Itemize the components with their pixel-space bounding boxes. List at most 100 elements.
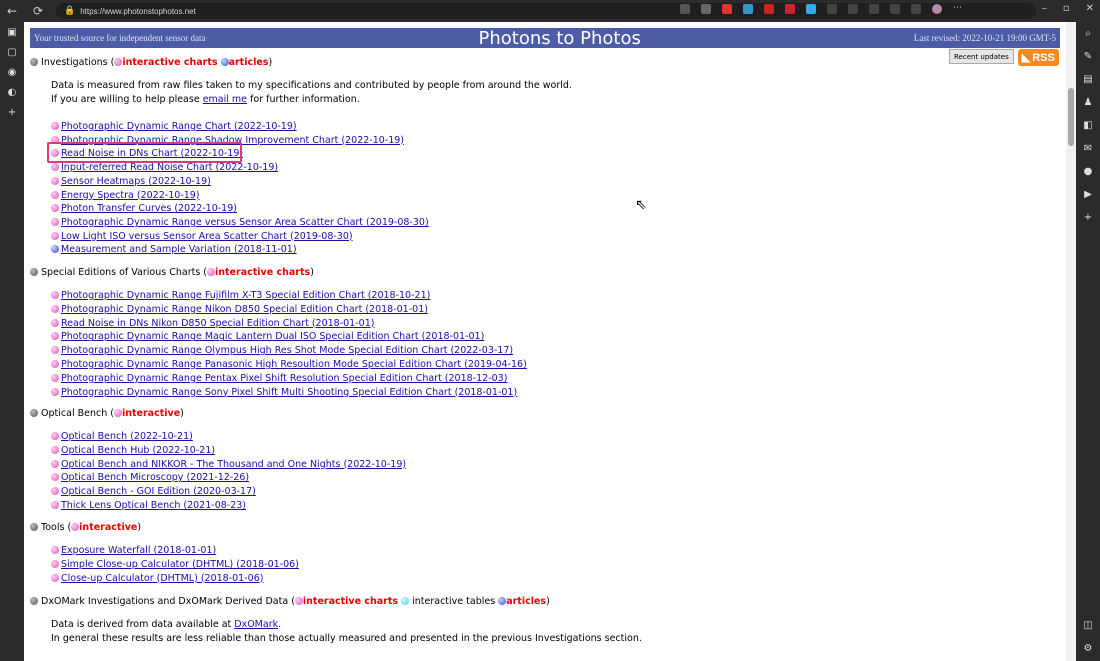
list-item-link[interactable]: Thick Lens Optical Bench (2021-08-23) — [61, 500, 246, 511]
web-page: Your trusted source for independent sens… — [24, 22, 1066, 661]
refresh-icon[interactable]: ⟳ — [28, 1, 48, 21]
extension-blue-icon[interactable] — [743, 4, 753, 14]
profile-icon[interactable] — [932, 4, 942, 14]
list-item-link[interactable]: Photographic Dynamic Range Olympus High … — [61, 345, 513, 356]
dxomark-para-2: In general these results are less reliab… — [51, 633, 642, 644]
list-item: Optical Bench Microscopy (2021-12-26) — [51, 472, 249, 485]
extension-diamond-icon[interactable] — [806, 4, 816, 14]
close-icon[interactable]: ✕ — [1086, 3, 1094, 14]
section-title: Tools ( — [41, 522, 72, 533]
list-item-link[interactable]: Optical Bench (2022-10-21) — [61, 431, 193, 442]
interactive-chart-icon — [51, 304, 59, 313]
interactive-chart-icon — [294, 597, 303, 605]
translate-icon[interactable] — [701, 4, 711, 14]
interactive-icon — [113, 409, 122, 417]
list-item-link[interactable]: Input-referred Read Noise Chart (2022-10… — [61, 162, 278, 173]
circle-icon[interactable]: ● — [1076, 160, 1100, 183]
article-icon — [220, 58, 229, 66]
tab-page-icon[interactable]: ▢ — [0, 42, 24, 62]
list-item-link[interactable]: Close-up Calculator (DHTML) (2018-01-06) — [61, 573, 263, 584]
briefcase-icon[interactable]: ▤ — [1076, 68, 1100, 91]
list-item-link[interactable]: Photographic Dynamic Range Pentax Pixel … — [61, 373, 507, 384]
interactive-chart-icon — [51, 217, 59, 226]
new-tab-icon[interactable]: + — [0, 102, 24, 122]
list-item: Photographic Dynamic Range Sony Pixel Sh… — [51, 387, 517, 400]
list-item-link[interactable]: Photographic Dynamic Range versus Sensor… — [61, 217, 429, 228]
list-item: Thick Lens Optical Bench (2021-08-23) — [51, 500, 246, 513]
extension-red-icon[interactable] — [722, 4, 732, 14]
interactive-chart-icon — [51, 487, 59, 496]
app-tab-icon[interactable]: ◐ — [0, 82, 24, 102]
more-icon[interactable]: ⋯ — [953, 4, 963, 14]
tag-icon[interactable]: ✎ — [1076, 45, 1100, 68]
interactive-chart-icon — [51, 473, 59, 482]
list-item-link[interactable]: Photographic Dynamic Range Fujifilm X-T3… — [61, 290, 430, 301]
bookmark-icon[interactable] — [827, 4, 837, 14]
list-item-link[interactable]: Photographic Dynamic Range Panasonic Hig… — [61, 359, 527, 370]
add-sidebar-icon[interactable]: + — [1076, 206, 1100, 229]
list-item-link[interactable]: Optical Bench Microscopy (2021-12-26) — [61, 472, 249, 483]
section-title: DxOMark Investigations and DxOMark Deriv… — [41, 596, 295, 607]
list-item-link[interactable]: Read Noise in DNs Nikon D850 Special Edi… — [61, 318, 374, 329]
interactive-chart-icon — [51, 163, 59, 172]
back-icon[interactable]: ← — [2, 1, 22, 21]
outlook-icon[interactable]: ✉ — [1076, 137, 1100, 160]
read-aloud-icon[interactable] — [680, 4, 690, 14]
list-item-link[interactable]: Photographic Dynamic Range Nikon D850 Sp… — [61, 304, 428, 315]
extension-abp-icon[interactable] — [785, 4, 795, 14]
interactive-chart-icon — [51, 573, 59, 582]
history-icon[interactable] — [890, 4, 900, 14]
interactive-chart-icon — [51, 559, 59, 568]
investigations-para-1: Data is measured from raw files taken to… — [51, 80, 572, 91]
list-item-link[interactable]: Optical Bench - GOI Edition (2020-03-17) — [61, 486, 256, 497]
search-icon[interactable]: ⌕ — [1076, 22, 1100, 45]
list-item: Optical Bench (2022-10-21) — [51, 431, 193, 444]
extension-z-icon[interactable] — [764, 4, 774, 14]
restore-icon[interactable]: ▫ — [1063, 3, 1070, 14]
feedback-icon[interactable]: ◫ — [1076, 614, 1100, 637]
recent-updates-button[interactable]: Recent updates — [949, 49, 1014, 64]
section-title: Optical Bench ( — [41, 408, 114, 419]
chrome-tab-icon[interactable]: ◉ — [0, 62, 24, 82]
page-scrollbar[interactable] — [1066, 22, 1076, 661]
games-icon[interactable]: ♟ — [1076, 91, 1100, 114]
dxomark-link[interactable]: DxOMark — [234, 619, 278, 630]
list-item-link[interactable]: Measurement and Sample Variation (2018-1… — [61, 244, 297, 255]
list-item-link[interactable]: Exposure Waterfall (2018-01-01) — [61, 545, 216, 556]
interactive-chart-icon — [51, 204, 59, 213]
list-item-link[interactable]: Optical Bench and NIKKOR - The Thousand … — [61, 459, 406, 470]
split-screen-icon[interactable] — [848, 4, 858, 14]
rss-button[interactable]: ◣ RSS — [1017, 49, 1059, 66]
list-item-link[interactable]: Low Light ISO versus Sensor Area Scatter… — [61, 231, 353, 242]
minimize-icon[interactable]: – — [1042, 3, 1047, 14]
interactive-label: interactive — [121, 408, 181, 419]
list-item-link[interactable]: Optical Bench Hub (2022-10-21) — [61, 445, 215, 456]
dxomark-para-1: Data is derived from data available at D… — [51, 619, 281, 630]
list-item-link[interactable]: Sensor Heatmaps (2022-10-19) — [61, 176, 211, 187]
address-url[interactable]: https://www.photonstophotos.net — [80, 7, 196, 16]
para-text: Data is derived from data available at — [51, 619, 235, 630]
settings-icon[interactable]: ⚙ — [1076, 637, 1100, 660]
interactive-chart-icon — [51, 122, 59, 130]
list-item-link[interactable]: Energy Spectra (2022-10-19) — [61, 190, 200, 201]
email-me-link[interactable]: email me — [203, 94, 247, 105]
list-item-link[interactable]: Photographic Dynamic Range Sony Pixel Sh… — [61, 387, 517, 398]
youtube-icon[interactable]: ▶ — [1076, 183, 1100, 206]
list-item: Optical Bench and NIKKOR - The Thousand … — [51, 459, 406, 472]
list-item-link[interactable]: Photographic Dynamic Range Magic Lantern… — [61, 331, 484, 342]
list-item: Photographic Dynamic Range Pentax Pixel … — [51, 373, 507, 386]
favorites-icon[interactable] — [869, 4, 879, 14]
tab-actions-icon[interactable]: ▣ — [0, 22, 24, 42]
banner-tagline: Your trusted source for independent sens… — [34, 33, 206, 43]
list-item-link[interactable]: Photographic Dynamic Range Chart (2022-1… — [61, 121, 297, 132]
interactive-chart-icon — [51, 318, 59, 327]
scrollbar-thumb[interactable] — [1068, 88, 1074, 146]
list-item-link[interactable]: Simple Close-up Calculator (DHTML) (2018… — [61, 559, 299, 570]
collections-icon[interactable] — [911, 4, 921, 14]
list-item: Optical Bench Hub (2022-10-21) — [51, 445, 215, 458]
office-icon[interactable]: ◧ — [1076, 114, 1100, 137]
list-item-link[interactable]: Photon Transfer Curves (2022-10-19) — [61, 203, 237, 214]
list-item: Energy Spectra (2022-10-19) — [51, 190, 200, 203]
list-item: Low Light ISO versus Sensor Area Scatter… — [51, 231, 353, 244]
list-item: Exposure Waterfall (2018-01-01) — [51, 545, 216, 558]
